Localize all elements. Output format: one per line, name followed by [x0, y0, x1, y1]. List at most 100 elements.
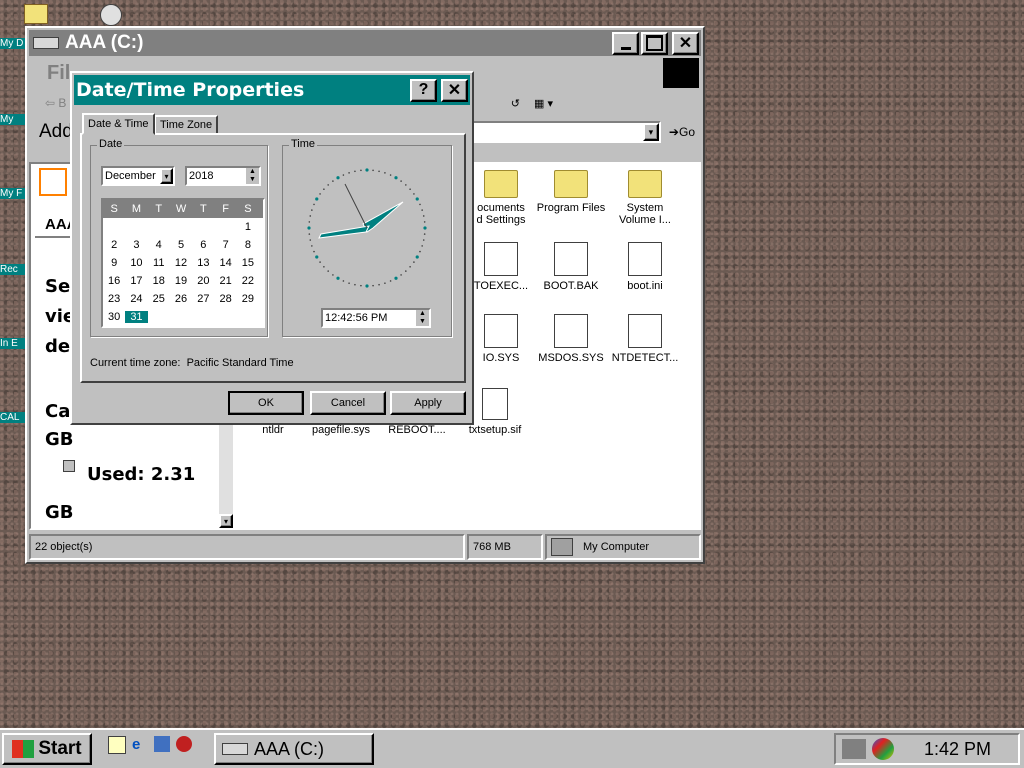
calendar-days[interactable]: 1 2 3 4 5 6 7 8 9 10 11 12 13 14 15 16 17 18 19 20 21 22 23 24 2…	[103, 218, 263, 326]
calendar-day[interactable]: 28	[214, 293, 236, 305]
time-input[interactable]: 12:42:56 PM ▲ ▼	[321, 308, 431, 328]
file-item[interactable]: TOEXEC...	[463, 242, 539, 292]
calendar-day[interactable]: 21	[214, 275, 236, 287]
calendar-day[interactable]: 2	[103, 239, 125, 251]
system-file-icon	[554, 314, 588, 348]
calendar-day[interactable]: 16	[103, 275, 125, 287]
desktop-icon-my-documents[interactable]: My D	[0, 38, 26, 49]
weekday-header: T	[199, 203, 207, 215]
clock-hour-mark	[415, 197, 419, 201]
cancel-button[interactable]: Cancel	[310, 391, 386, 415]
spin-down-icon[interactable]: ▼	[246, 176, 259, 184]
time-spin-buttons[interactable]: ▲ ▼	[416, 310, 429, 326]
desktop-icon-top-1[interactable]	[22, 4, 48, 24]
spin-up-icon[interactable]: ▲	[416, 310, 429, 318]
file-name: Program Files	[536, 202, 606, 214]
year-spin-buttons[interactable]: ▲ ▼	[246, 168, 259, 184]
calendar-day[interactable]: 11	[148, 257, 170, 269]
calendar-day[interactable]: 27	[192, 293, 214, 305]
calendar-day[interactable]: 7	[214, 239, 236, 251]
file-item[interactable]: ocuments d Settings	[463, 170, 539, 226]
calendar-day[interactable]: 20	[192, 275, 214, 287]
calendar-day[interactable]: 8	[237, 239, 259, 251]
close-button[interactable]: ✕	[672, 31, 699, 55]
back-button[interactable]: ⇦ B	[45, 96, 66, 110]
dialog-titlebar[interactable]: Date/Time Properties ? ✕	[74, 75, 470, 105]
calendar-day[interactable]: 12	[170, 257, 192, 269]
ok-label: OK	[258, 397, 274, 409]
folder-icon	[24, 4, 48, 24]
desktop-icon-top-2[interactable]	[98, 4, 124, 26]
file-item[interactable]: MSDOS.SYS	[533, 314, 609, 364]
calendar-day[interactable]: 19	[170, 275, 192, 287]
desktop-icon-recycle-bin[interactable]: Rec	[0, 264, 26, 275]
calendar-day[interactable]: 22	[237, 275, 259, 287]
year-spinner[interactable]: 2018 ▲ ▼	[185, 166, 261, 186]
go-button[interactable]: ➔Go	[669, 125, 695, 139]
calendar[interactable]: SMTWTFS 1 2 3 4 5 6 7 8 9 10 11 12 13 14 15 16 17 18 19 20 2…	[101, 198, 265, 328]
month-select[interactable]: December ▾	[101, 166, 175, 186]
calendar-day[interactable]: 24	[125, 293, 147, 305]
address-dropdown-button[interactable]: ▾	[642, 123, 659, 141]
minimize-button[interactable]	[612, 31, 639, 55]
media-player-icon[interactable]	[176, 736, 192, 752]
desktop-icon-cal[interactable]: CAL	[0, 412, 26, 423]
menu-file[interactable]: Fil	[47, 62, 70, 85]
file-item[interactable]: REBOOT....	[379, 424, 455, 436]
calendar-day[interactable]: 25	[148, 293, 170, 305]
maximize-button[interactable]	[641, 31, 668, 55]
show-desktop-icon[interactable]	[108, 736, 126, 754]
calendar-day[interactable]: 31	[125, 311, 148, 323]
tab-time-zone[interactable]: Time Zone	[154, 115, 219, 135]
network-icon[interactable]	[842, 739, 866, 759]
clock[interactable]: 1:42 PM	[924, 739, 991, 760]
desktop-icon-my-computer[interactable]: My	[0, 114, 26, 125]
file-item[interactable]: pagefile.sys	[303, 424, 379, 436]
file-item[interactable]: boot.ini	[607, 242, 683, 292]
system-file-icon	[484, 242, 518, 276]
file-item[interactable]: IO.SYS	[463, 314, 539, 364]
calendar-day[interactable]: 26	[170, 293, 192, 305]
scroll-down-button[interactable]: ▾	[219, 514, 233, 528]
file-item[interactable]: Program Files	[533, 170, 609, 214]
explorer-titlebar[interactable]: AAA (C:) ✕	[29, 30, 701, 56]
outlook-express-icon[interactable]	[154, 736, 170, 752]
desktop-icon-my-network[interactable]: My F	[0, 188, 26, 199]
calendar-day[interactable]: 23	[103, 293, 125, 305]
desktop-icon-internet-explorer[interactable]: In E	[0, 338, 26, 349]
spin-up-icon[interactable]: ▲	[246, 168, 259, 176]
calendar-day[interactable]: 13	[192, 257, 214, 269]
ok-button[interactable]: OK	[228, 391, 304, 415]
calendar-day[interactable]: 1	[237, 221, 259, 233]
calendar-day[interactable]: 4	[148, 239, 170, 251]
file-item[interactable]: BOOT.BAK	[533, 242, 609, 292]
file-item[interactable]: ntldr	[235, 424, 311, 436]
calendar-day[interactable]: 17	[125, 275, 147, 287]
calendar-day[interactable]: 29	[237, 293, 259, 305]
month-dropdown-icon[interactable]: ▾	[160, 168, 173, 184]
calendar-day[interactable]: 14	[214, 257, 236, 269]
task-explorer-button[interactable]: AAA (C:)	[214, 733, 374, 765]
calendar-day[interactable]: 18	[148, 275, 170, 287]
apply-button[interactable]: Apply	[390, 391, 466, 415]
tab-date-time[interactable]: Date & Time	[82, 113, 155, 135]
calendar-day[interactable]: 30	[103, 311, 125, 323]
start-button[interactable]: Start	[2, 733, 92, 765]
calendar-day[interactable]: 6	[192, 239, 214, 251]
internet-explorer-icon[interactable]: e	[132, 736, 148, 753]
calendar-day[interactable]: 9	[103, 257, 125, 269]
calendar-day[interactable]: 3	[125, 239, 147, 251]
windows-update-icon[interactable]	[872, 738, 894, 760]
help-button[interactable]: ?	[410, 78, 437, 102]
calendar-day[interactable]: 5	[170, 239, 192, 251]
dialog-close-button[interactable]: ✕	[441, 78, 468, 102]
file-item[interactable]: System Volume I...	[607, 170, 683, 226]
clock-minute-mark	[354, 170, 356, 173]
file-item[interactable]: NTDETECT...	[607, 314, 683, 364]
refresh-icon[interactable]: ↺	[511, 97, 520, 110]
calendar-day[interactable]: 15	[237, 257, 259, 269]
calendar-day[interactable]: 10	[125, 257, 147, 269]
spin-down-icon[interactable]: ▼	[416, 318, 429, 326]
explorer-title: AAA (C:)	[65, 32, 144, 53]
views-button[interactable]: ▦ ▾	[534, 97, 553, 110]
